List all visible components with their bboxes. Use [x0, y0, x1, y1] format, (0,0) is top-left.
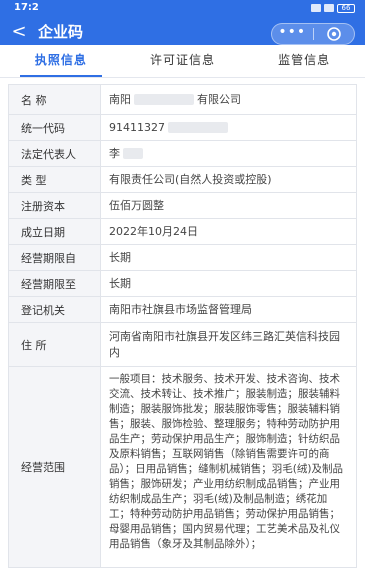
field-value: 一般项目：技术服务、技术开发、技术咨询、技术交流、技术转让、技术推广；服装制造；…: [109, 373, 343, 550]
field-value: 河南省南阳市社旗县开发区纬三路汇英信科技园内: [109, 329, 340, 359]
back-icon[interactable]: <: [10, 22, 28, 42]
legal-rep-value: 李: [109, 146, 120, 160]
row-established-date: 成立日期 2022年10月24日: [9, 219, 356, 245]
header-bar: 17:2 66 < 企业码 •••: [0, 0, 365, 45]
field-label: 统一代码: [9, 115, 101, 140]
company-name-prefix: 南阳: [109, 92, 131, 106]
tab-permit-info[interactable]: 许可证信息: [122, 45, 244, 77]
mini-program-capsule: •••: [271, 23, 355, 45]
tab-supervision-info[interactable]: 监管信息: [243, 45, 365, 77]
row-credit-code: 统一代码 91411327: [9, 115, 356, 141]
more-icon[interactable]: •••: [272, 24, 313, 44]
row-address: 住 所 河南省南阳市社旗县开发区纬三路汇英信科技园内: [9, 323, 356, 367]
close-icon[interactable]: [313, 24, 354, 44]
field-value: 李: [101, 141, 356, 166]
tab-license-info[interactable]: 执照信息: [0, 45, 122, 77]
field-value: 长期: [109, 250, 131, 264]
field-label: 住 所: [9, 323, 101, 366]
row-business-scope: 经营范围 一般项目：技术服务、技术开发、技术咨询、技术交流、技术转让、技术推广；…: [9, 367, 356, 567]
field-value: 91411327: [101, 115, 356, 140]
status-time: 17:2: [14, 2, 39, 13]
field-value: 南阳市社旗县市场监督管理局: [109, 302, 252, 316]
credit-code-value: 91411327: [109, 120, 165, 134]
field-label: 注册资本: [9, 193, 101, 218]
row-term-from: 经营期限自 长期: [9, 245, 356, 271]
field-label: 名 称: [9, 85, 101, 114]
battery-icon: 66: [337, 3, 355, 13]
row-type: 类 型 有限责任公司(自然人投资或控股): [9, 167, 356, 193]
redacted-block: [123, 148, 143, 159]
row-term-to: 经营期限至 长期: [9, 271, 356, 297]
wifi-icon: [324, 4, 334, 12]
redacted-block: [168, 122, 228, 133]
field-label: 登记机关: [9, 297, 101, 322]
field-label: 经营期限自: [9, 245, 101, 270]
field-label: 法定代表人: [9, 141, 101, 166]
field-value: 伍佰万圆整: [109, 198, 164, 212]
page-title: 企业码: [38, 23, 84, 41]
field-value: 有限责任公司(自然人投资或控股): [109, 172, 272, 186]
license-info-table: 名 称 南阳 有限公司 统一代码 91411327 法定代表人 李 类 型 有限…: [8, 84, 357, 568]
field-label: 经营范围: [9, 367, 101, 567]
field-value: 2022年10月24日: [109, 224, 198, 238]
row-name: 名 称 南阳 有限公司: [9, 85, 356, 115]
field-label: 经营期限至: [9, 271, 101, 296]
row-legal-rep: 法定代表人 李: [9, 141, 356, 167]
company-name-suffix: 有限公司: [197, 92, 241, 106]
row-registered-capital: 注册资本 伍佰万圆整: [9, 193, 356, 219]
row-registration-authority: 登记机关 南阳市社旗县市场监督管理局: [9, 297, 356, 323]
field-label: 成立日期: [9, 219, 101, 244]
status-bar: 17:2 66: [0, 0, 365, 16]
redacted-block: [134, 94, 194, 105]
field-value: 长期: [109, 276, 131, 290]
status-icons: 66: [311, 2, 355, 14]
tab-bar: 执照信息 许可证信息 监管信息: [0, 45, 365, 78]
signal-icon: [311, 4, 321, 12]
field-value: 南阳 有限公司: [101, 85, 356, 114]
field-label: 类 型: [9, 167, 101, 192]
